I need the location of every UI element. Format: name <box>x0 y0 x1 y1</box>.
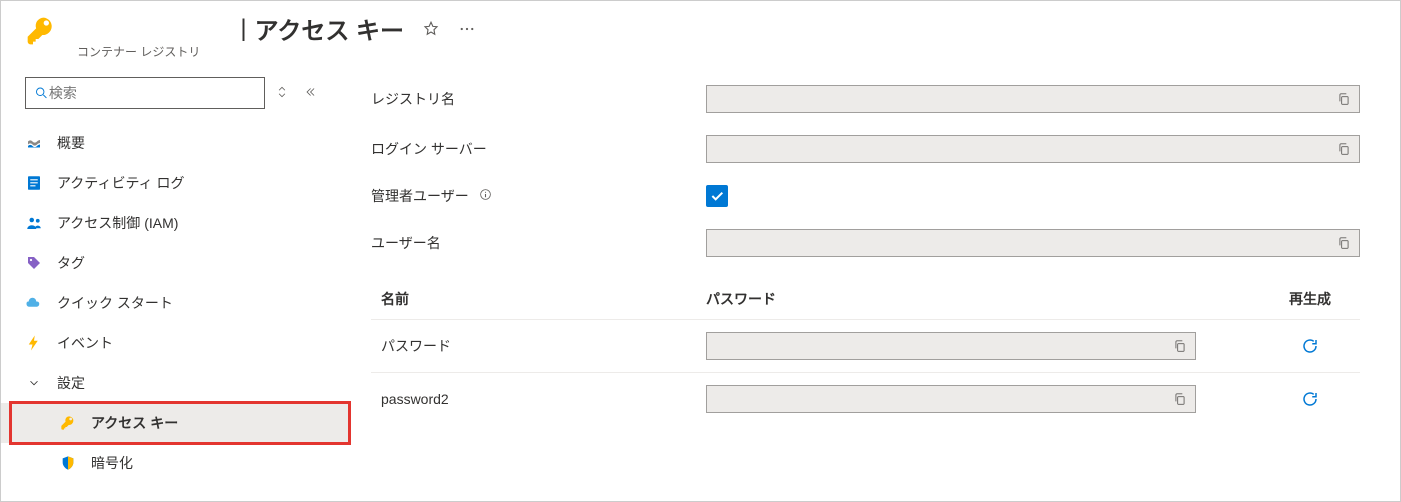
admin-user-checkbox[interactable] <box>706 185 728 207</box>
search-box[interactable] <box>25 77 265 109</box>
column-header-password: パスワード <box>706 289 1260 309</box>
sort-icon[interactable] <box>275 85 289 102</box>
title-separator: | <box>240 15 246 43</box>
sidebar-section-settings[interactable]: 設定 <box>1 363 351 403</box>
copy-icon[interactable] <box>1337 236 1351 250</box>
sidebar-item-label: タグ <box>57 253 85 273</box>
events-icon <box>25 334 43 352</box>
password-value[interactable] <box>706 385 1196 413</box>
registry-name-label: レジストリ名 <box>371 89 706 109</box>
sidebar-item-label: アクセス制御 (IAM) <box>57 213 178 233</box>
password-row-name: password2 <box>371 391 706 407</box>
sidebar-item-label: 概要 <box>57 133 85 153</box>
collapse-icon[interactable] <box>303 85 317 102</box>
sidebar-item-access-keys[interactable]: アクセス キー <box>1 403 351 443</box>
page-title-wrap: | アクセス キー <box>240 11 476 46</box>
sidebar-item-label: イベント <box>57 333 113 353</box>
tags-icon <box>25 254 43 272</box>
sidebar-item-overview[interactable]: 概要 <box>1 123 351 163</box>
copy-icon[interactable] <box>1173 339 1187 353</box>
activity-log-icon <box>25 174 43 192</box>
sidebar-item-label: アクティビティ ログ <box>57 173 185 193</box>
favorite-star-icon[interactable] <box>422 20 440 38</box>
search-input[interactable] <box>49 85 256 101</box>
login-server-label: ログイン サーバー <box>371 139 706 159</box>
username-label: ユーザー名 <box>371 233 706 253</box>
sidebar-item-label: アクセス キー <box>91 413 178 433</box>
sidebar-item-label: 暗号化 <box>91 453 133 473</box>
sidebar-item-activity-log[interactable]: アクティビティ ログ <box>1 163 351 203</box>
sidebar-section-label: 設定 <box>57 373 85 393</box>
more-menu-icon[interactable] <box>458 20 476 38</box>
sidebar-item-events[interactable]: イベント <box>1 323 351 363</box>
sidebar-item-encryption[interactable]: 暗号化 <box>1 443 351 483</box>
regenerate-button[interactable] <box>1301 337 1319 355</box>
copy-icon[interactable] <box>1173 392 1187 406</box>
registry-name-value[interactable] <box>706 85 1360 113</box>
admin-user-label: 管理者ユーザー <box>371 186 706 206</box>
password-table-header: 名前 パスワード 再生成 <box>371 279 1360 319</box>
column-header-name: 名前 <box>371 289 706 309</box>
resource-type-label: コンテナー レジストリ <box>77 43 200 60</box>
page-header: コンテナー レジストリ | アクセス キー <box>1 1 1400 65</box>
key-icon <box>25 15 57 47</box>
password-value[interactable] <box>706 332 1196 360</box>
column-header-regenerate: 再生成 <box>1260 289 1360 309</box>
regenerate-button[interactable] <box>1301 390 1319 408</box>
table-row: パスワード <box>371 319 1360 372</box>
info-icon[interactable] <box>479 188 492 201</box>
main-content: レジストリ名 ログイン サーバー 管理者ユーザー <box>351 65 1400 501</box>
key-icon <box>59 414 77 432</box>
sidebar-item-quickstart[interactable]: クイック スタート <box>1 283 351 323</box>
search-icon <box>34 85 49 101</box>
quickstart-icon <box>25 294 43 312</box>
password-row-name: パスワード <box>371 336 706 356</box>
sidebar-item-tags[interactable]: タグ <box>1 243 351 283</box>
login-server-value[interactable] <box>706 135 1360 163</box>
chevron-down-icon <box>25 374 43 392</box>
sidebar-item-label: クイック スタート <box>57 293 173 313</box>
copy-icon[interactable] <box>1337 92 1351 106</box>
shield-icon <box>59 454 77 472</box>
sidebar-item-iam[interactable]: アクセス制御 (IAM) <box>1 203 351 243</box>
iam-icon <box>25 214 43 232</box>
table-row: password2 <box>371 372 1360 425</box>
sidebar: 概要 アクティビティ ログ アクセス制御 (IAM) タグ クイック スタート … <box>1 65 351 501</box>
username-value[interactable] <box>706 229 1360 257</box>
page-title: アクセス キー <box>255 11 404 46</box>
overview-icon <box>25 134 43 152</box>
copy-icon[interactable] <box>1337 142 1351 156</box>
